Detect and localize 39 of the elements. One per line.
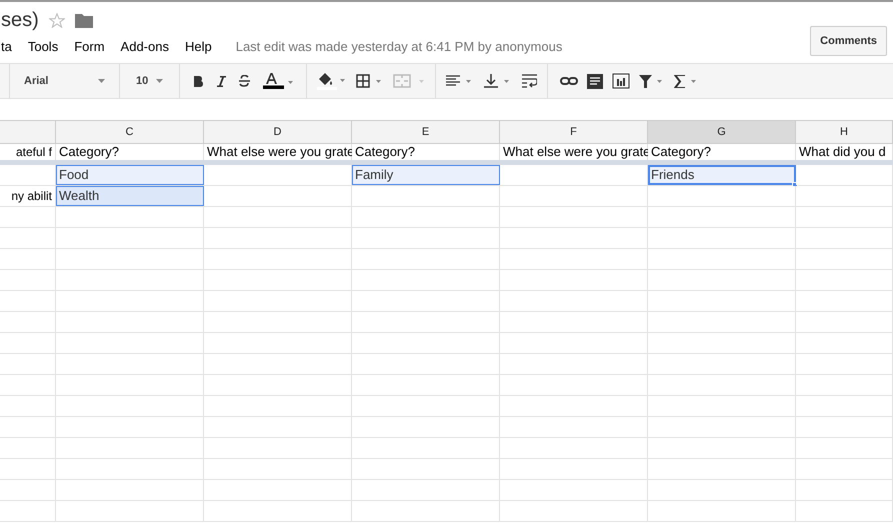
- table-cell[interactable]: Friends: [648, 165, 796, 185]
- column-header[interactable]: G: [648, 121, 796, 143]
- font-dropdown[interactable]: Arial: [10, 64, 120, 98]
- align-left-icon[interactable]: [446, 75, 474, 87]
- sum-icon[interactable]: [674, 74, 698, 88]
- bold-icon[interactable]: [193, 76, 203, 86]
- table-cell[interactable]: Category?: [648, 144, 796, 160]
- table-cell[interactable]: Food: [56, 165, 204, 185]
- document-title: ses): [1, 8, 39, 33]
- italic-icon[interactable]: [216, 76, 226, 86]
- strikethrough-icon[interactable]: [239, 75, 250, 87]
- table-cell[interactable]: Wealth: [56, 186, 204, 206]
- folder-icon[interactable]: [74, 12, 93, 28]
- table-cell[interactable]: [796, 186, 893, 206]
- menu-item[interactable]: Form: [74, 37, 105, 57]
- last-edit-status[interactable]: Last edit was made yesterday at 6:41 PM by anonymous: [236, 37, 562, 57]
- vertical-align-icon[interactable]: [484, 74, 512, 88]
- comment-icon[interactable]: [587, 74, 603, 88]
- table-cell[interactable]: [796, 165, 893, 185]
- menu-item[interactable]: Tools: [28, 37, 58, 57]
- text-wrap-icon[interactable]: [522, 74, 537, 88]
- font-size-dropdown[interactable]: 10: [120, 64, 180, 98]
- caret-icon: [98, 79, 105, 83]
- text-color-icon[interactable]: [263, 73, 293, 89]
- borders-icon[interactable]: [356, 74, 382, 88]
- filter-icon[interactable]: [639, 74, 665, 88]
- fill-color-icon[interactable]: [317, 72, 345, 90]
- merge-cells-icon: [393, 74, 425, 88]
- chart-icon[interactable]: [612, 73, 630, 89]
- star-icon[interactable]: [48, 12, 65, 28]
- menu-item[interactable]: Add-ons: [120, 37, 169, 57]
- table-cell[interactable]: What did you d: [796, 144, 893, 160]
- link-icon[interactable]: [560, 77, 578, 85]
- menu-item[interactable]: Help: [184, 37, 212, 57]
- table-cell[interactable]: Family: [352, 165, 500, 185]
- comments-button[interactable]: Comments: [810, 26, 887, 56]
- table-cell[interactable]: Category?: [352, 144, 500, 160]
- caret-icon: [156, 79, 163, 83]
- menu-item[interactable]: ta: [1, 37, 12, 57]
